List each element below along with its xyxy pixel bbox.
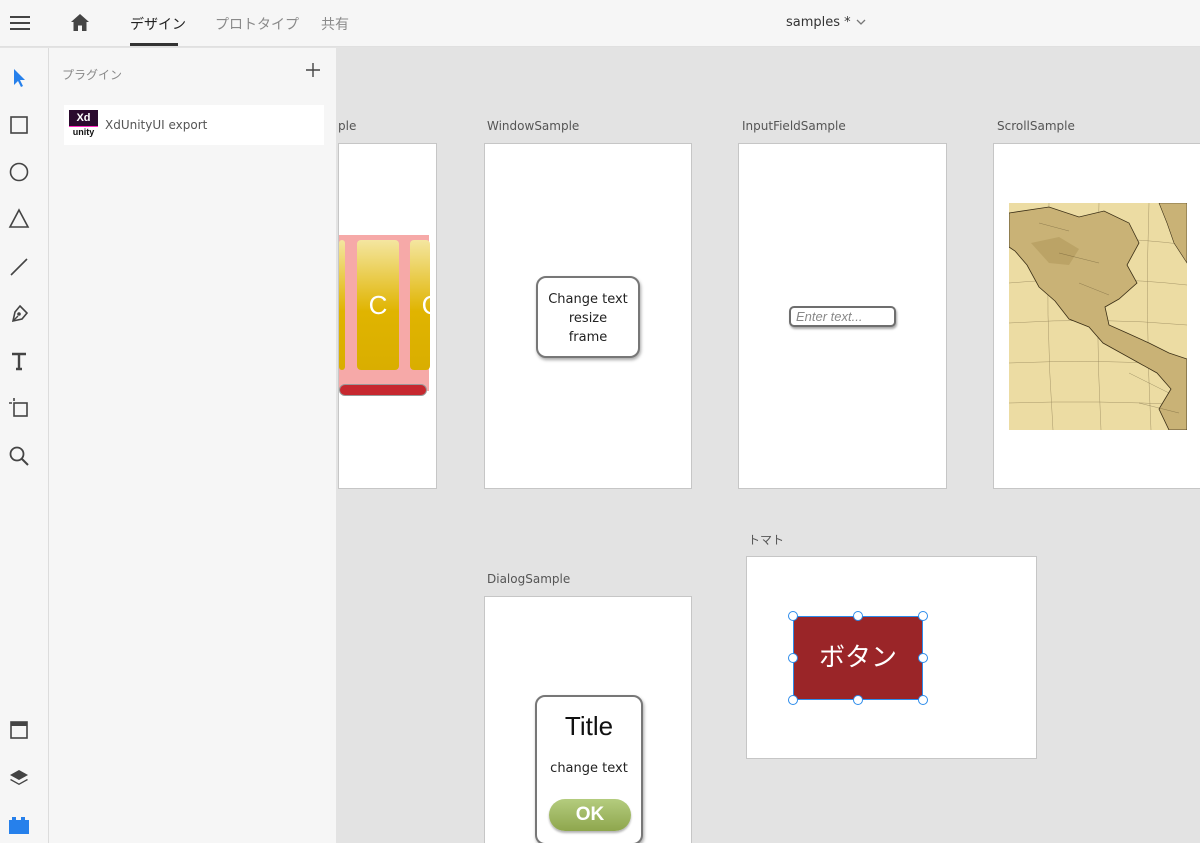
assets-icon[interactable]: [7, 718, 31, 742]
resize-handle[interactable]: [853, 611, 863, 621]
window-text: frame: [568, 330, 608, 345]
add-icon[interactable]: [305, 62, 321, 78]
carousel-card: [339, 240, 345, 370]
layers-icon[interactable]: [7, 766, 31, 790]
carousel-card: C: [357, 240, 399, 370]
resize-handle[interactable]: [788, 695, 798, 705]
document-title[interactable]: samples *: [786, 15, 851, 30]
dialog-title: Title: [564, 711, 614, 741]
tab-design[interactable]: デザイン: [130, 14, 186, 34]
logo-top-text: Xd: [76, 112, 91, 124]
panel-title: プラグイン: [62, 68, 123, 82]
carousel-card: C: [410, 240, 430, 370]
tab-prototype[interactable]: プロトタイプ: [215, 14, 299, 34]
artboard-window-sample[interactable]: Change text resize frame: [484, 143, 692, 489]
artboard-label[interactable]: ScrollSample: [997, 119, 1075, 133]
artboard-tomato[interactable]: ボタン: [746, 556, 1037, 759]
line-icon[interactable]: [7, 255, 31, 279]
plugins-icon[interactable]: [7, 812, 31, 836]
artboard-partial[interactable]: C C: [338, 143, 437, 489]
artboard-label[interactable]: DialogSample: [487, 572, 570, 586]
artboard-scroll-sample[interactable]: [993, 143, 1200, 489]
resize-handle[interactable]: [918, 653, 928, 663]
text-icon[interactable]: [7, 349, 31, 373]
resize-handle[interactable]: [853, 695, 863, 705]
card-letter: C: [410, 290, 430, 321]
plugins-panel: プラグイン Xd unity XdUnityUI export: [49, 48, 336, 843]
map-image: [1009, 203, 1187, 430]
hamburger-menu-icon[interactable]: [10, 13, 30, 31]
artboard-icon[interactable]: [7, 396, 31, 420]
top-bar: デザイン プロトタイプ 共有 samples *: [0, 0, 1200, 47]
progress-bar: [339, 384, 427, 396]
zoom-icon[interactable]: [7, 444, 31, 468]
dialog: Title change text OK: [535, 695, 643, 843]
ok-button[interactable]: OK: [549, 799, 631, 831]
window-text: Change text: [548, 292, 628, 307]
dialog-text: change text: [550, 761, 628, 776]
artboard-label[interactable]: InputFieldSample: [742, 119, 846, 133]
artboard-label[interactable]: ple: [338, 119, 356, 133]
pen-icon[interactable]: [7, 302, 31, 326]
artboard-dialog-sample[interactable]: Title change text OK: [484, 596, 692, 843]
tab-share[interactable]: 共有: [321, 14, 349, 34]
artboard-label[interactable]: トマト: [748, 531, 784, 548]
resize-handle[interactable]: [918, 611, 928, 621]
artboard-inputfield-sample[interactable]: Enter text...: [738, 143, 947, 489]
plugin-item-xdunityui[interactable]: Xd unity XdUnityUI export: [64, 105, 324, 145]
polygon-icon[interactable]: [7, 207, 31, 231]
active-tab-indicator: [130, 43, 178, 46]
resize-handle[interactable]: [918, 695, 928, 705]
selection-box: [793, 616, 923, 700]
tool-bar: [0, 48, 49, 843]
logo-bottom-text: unity: [69, 127, 98, 138]
select-icon[interactable]: [7, 65, 31, 89]
resize-handle[interactable]: [788, 653, 798, 663]
home-icon[interactable]: [69, 12, 91, 34]
rectangle-icon[interactable]: [7, 113, 31, 137]
window-frame[interactable]: Change text resize frame: [536, 276, 640, 358]
xdunityui-logo-icon: Xd unity: [69, 110, 98, 138]
chevron-down-icon[interactable]: [855, 17, 867, 27]
ellipse-icon[interactable]: [7, 160, 31, 184]
artboard-label[interactable]: WindowSample: [487, 119, 579, 133]
plugin-item-label: XdUnityUI export: [105, 118, 208, 132]
resize-handle[interactable]: [788, 611, 798, 621]
text-input[interactable]: Enter text...: [789, 306, 896, 327]
window-text: resize: [568, 311, 608, 326]
card-letter: C: [368, 290, 388, 320]
